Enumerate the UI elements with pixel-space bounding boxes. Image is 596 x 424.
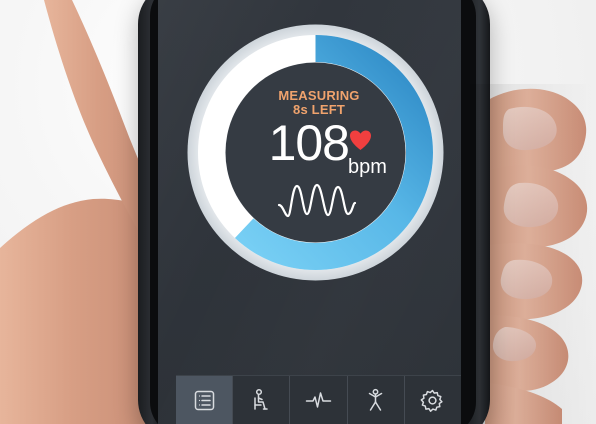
settings-gear-icon	[420, 389, 444, 412]
sitting-person-icon	[254, 388, 268, 410]
measurement-status: MEASURING 8s LEFT	[231, 89, 407, 117]
tab-active[interactable]	[346, 376, 404, 424]
measuring-label: MEASURING	[278, 88, 360, 103]
tab-settings[interactable]	[403, 376, 461, 424]
photo-scene: MEASURING 8s LEFT 108 bpm	[0, 0, 596, 424]
tab-resting[interactable]	[232, 376, 289, 424]
heartbeat-line-icon	[305, 392, 332, 408]
heart-rate-value: 108	[268, 115, 350, 171]
tab-history[interactable]	[176, 376, 233, 424]
bottom-tab-bar	[176, 375, 461, 424]
heart-rate-unit: bpm	[348, 156, 387, 178]
tab-measure[interactable]	[289, 376, 346, 424]
list-icon	[194, 390, 214, 411]
heart-icon	[350, 130, 371, 150]
pulse-waveform-icon	[277, 183, 357, 218]
active-person-icon	[368, 388, 383, 411]
